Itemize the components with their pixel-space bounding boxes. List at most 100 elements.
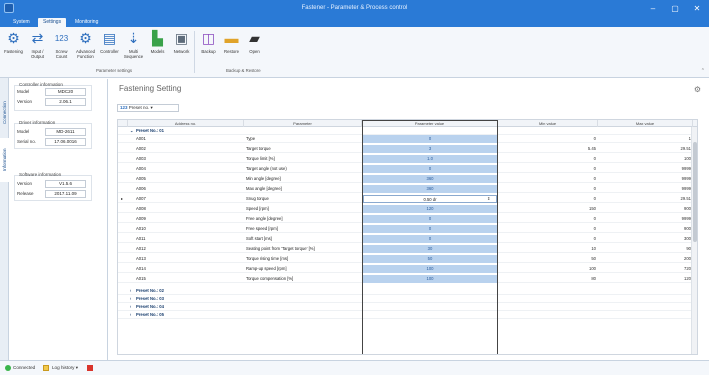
spinner-icon[interactable]: ⇕	[487, 195, 495, 203]
minimize-button[interactable]: –	[646, 3, 660, 14]
max-value-cell: 900	[684, 226, 691, 231]
parameter-cell: Type	[246, 136, 256, 141]
tab-settings[interactable]: Settings	[38, 18, 67, 27]
network-button[interactable]: ▣ Network	[170, 30, 193, 66]
collapse-chevron-icon[interactable]: ›	[130, 287, 131, 295]
parameter-value-cell[interactable]: 100	[363, 265, 497, 273]
tab-connection[interactable]: Connection	[0, 92, 9, 134]
backup-icon: ◫	[201, 30, 216, 46]
parameter-value-cell[interactable]: 120	[363, 205, 497, 213]
preset-selector-value: Preset no. ▾	[128, 105, 153, 110]
parameter-value-cell[interactable]: 3	[363, 145, 497, 153]
min-value-cell: 0	[593, 176, 596, 181]
parameter-cell: Seating point from 'Target torque' [%]	[246, 246, 315, 251]
expand-chevron-icon[interactable]: ⌄	[130, 127, 134, 135]
parameter-value-cell[interactable]: 30	[363, 245, 497, 253]
advanced-function-button[interactable]: ⚙ Advanced Function	[74, 30, 97, 66]
table-row[interactable]: A012 Seating point from 'Target torque' […	[118, 245, 697, 253]
preset-selector[interactable]: 123 Preset no. ▾	[117, 104, 179, 112]
software-release-label: Release	[17, 191, 34, 196]
min-value-cell: 0	[593, 186, 596, 191]
parameter-value-cell[interactable]: 0	[363, 135, 497, 143]
min-value-cell: 0	[593, 136, 596, 141]
min-value-cell: 80	[591, 276, 596, 281]
log-history-dropdown[interactable]: Log history ▾	[52, 365, 78, 371]
tab-system[interactable]: System	[8, 18, 35, 27]
min-value-cell: 50	[591, 256, 596, 261]
tab-monitoring[interactable]: Monitoring	[70, 18, 103, 27]
settings-gear-icon[interactable]: ⚙	[694, 85, 701, 94]
preset-group-row[interactable]: › Preset No.: 04	[118, 303, 697, 311]
parameter-value-cell[interactable]: 50	[363, 255, 497, 263]
table-row[interactable]: A001 Type 0 0 1	[118, 135, 697, 143]
table-row[interactable]: A014 Ramp-up speed [rpm] 100 100 720	[118, 265, 697, 273]
max-value-cell: 900	[684, 206, 691, 211]
preset-group-row[interactable]: › Preset No.: 03	[118, 295, 697, 303]
collapse-chevron-icon[interactable]: ›	[130, 311, 131, 319]
parameter-cell: Min angle [degree]	[246, 176, 281, 181]
parameter-value-cell[interactable]: 1.0	[363, 155, 497, 163]
scrollbar-thumb[interactable]	[693, 142, 697, 242]
models-button[interactable]: ▙ Models	[146, 30, 169, 66]
collapse-chevron-icon[interactable]: ›	[130, 303, 131, 311]
parameter-value-cell[interactable]: 0.50 dr	[363, 195, 497, 203]
error-icon[interactable]	[87, 365, 93, 371]
close-button[interactable]: ✕	[690, 3, 704, 14]
table-row[interactable]: A002 Target torque 3 5.45 29.51	[118, 145, 697, 153]
io-icon: ⇄	[31, 30, 44, 46]
parameter-value-cell[interactable]: 0	[363, 215, 497, 223]
preset-group-row[interactable]: › Preset No.: 05	[118, 311, 697, 319]
row-indicator-icon	[121, 165, 127, 173]
parameter-value-cell[interactable]: 100	[363, 275, 497, 283]
parameter-cell: Free speed [rpm]	[246, 226, 278, 231]
vertical-scrollbar[interactable]	[691, 127, 697, 354]
table-row[interactable]: A008 Speed [rpm] 120 150 900	[118, 205, 697, 213]
max-value-cell: 200	[684, 256, 691, 261]
table-row[interactable]: ▸ A007 Snug torque 0.50 dr 0 29.51 ⇕	[118, 195, 697, 203]
table-row[interactable]: A011 Soft start [ms] 0 0 300	[118, 235, 697, 243]
driver-model-label: Model	[17, 129, 30, 134]
backup-button[interactable]: ◫ Backup	[197, 30, 220, 66]
ribbon-collapse-icon[interactable]: ⌃	[701, 68, 705, 74]
table-row[interactable]: A015 Torque compensation [%] 100 80 120	[118, 275, 697, 283]
preset-group-label: Preset No.: 02	[136, 288, 164, 293]
preset-group-row[interactable]: ⌄ Preset No.: 01	[118, 127, 697, 135]
column-parameter-value[interactable]: Parameter value	[362, 120, 498, 127]
table-row[interactable]: A005 Min angle [degree] 360 0 9999	[118, 175, 697, 183]
tab-information[interactable]: Information	[0, 138, 9, 182]
table-row[interactable]: A006 Max angle [degree] 360 0 9999	[118, 185, 697, 193]
collapse-chevron-icon[interactable]: ›	[130, 295, 131, 303]
input-output-button[interactable]: ⇄ Input / Output	[26, 30, 49, 66]
table-row[interactable]: A009 Free angle [degree] 0 0 9999	[118, 215, 697, 223]
restore-button[interactable]: ▬ Restore	[220, 30, 243, 66]
table-row[interactable]: A003 Torque limit [%] 1.0 0 100	[118, 155, 697, 163]
page-title: Fastening Setting	[119, 84, 182, 93]
screw-count-button[interactable]: 123 Screw Count	[50, 30, 73, 66]
maximize-button[interactable]: ▢	[668, 3, 682, 14]
network-icon: ▣	[174, 30, 189, 46]
multi-sequence-button[interactable]: ⇣ Multi Sequence	[122, 30, 145, 66]
parameter-cell: Torque limit [%]	[246, 156, 275, 161]
parameter-value-cell[interactable]: 360	[363, 175, 497, 183]
ribbon-separator	[194, 31, 195, 73]
column-min-value[interactable]: Min value	[498, 120, 598, 127]
table-row[interactable]: A010 Free speed [rpm] 0 0 900	[118, 225, 697, 233]
table-row[interactable]: A013 Torque rising time [ms] 50 50 200	[118, 255, 697, 263]
log-history-icon	[43, 365, 49, 371]
column-address[interactable]: Address no.	[128, 120, 244, 127]
fastening-button[interactable]: ⚙ Fastening	[2, 30, 25, 66]
parameter-value-cell[interactable]: 360	[363, 185, 497, 193]
table-row[interactable]: A004 Target angle (not use) 0 0 9999	[118, 165, 697, 173]
open-button[interactable]: ▰ Open	[243, 30, 266, 66]
preset-group-row[interactable]: › Preset No.: 02	[118, 287, 697, 295]
software-info-title: Software information	[19, 172, 62, 177]
parameter-value-cell[interactable]: 0	[363, 165, 497, 173]
advanced-gears-icon: ⚙	[79, 30, 92, 46]
parameter-value-cell[interactable]: 0	[363, 235, 497, 243]
gear-icon: ⚙	[7, 30, 20, 46]
controller-button[interactable]: ▤ Controller	[98, 30, 121, 66]
multi-sequence-icon: ⇣	[127, 30, 140, 46]
column-parameter[interactable]: Parameter	[244, 120, 362, 127]
parameter-value-cell[interactable]: 0	[363, 225, 497, 233]
column-max-value[interactable]: Max value	[598, 120, 693, 127]
